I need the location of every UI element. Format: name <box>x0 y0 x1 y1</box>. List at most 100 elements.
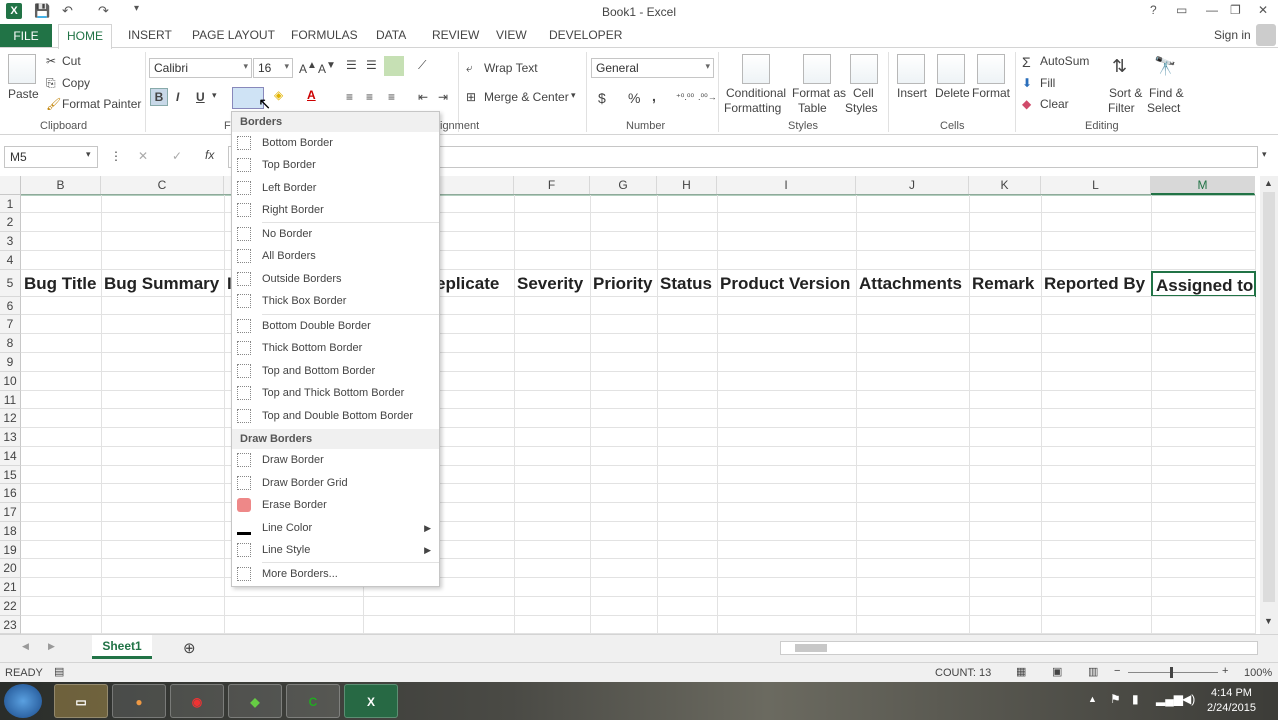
row-header[interactable]: 1 <box>0 195 21 213</box>
row-header[interactable]: 17 <box>0 503 21 522</box>
format-as-table-label-1[interactable]: Format as <box>792 86 846 100</box>
align-right-icon[interactable]: ≡ <box>388 90 395 104</box>
align-center-icon[interactable]: ≡ <box>366 90 373 104</box>
delete-cells-button[interactable]: Delete <box>935 86 970 100</box>
menu-item-border[interactable]: Bottom Double Border <box>232 315 439 337</box>
row-header[interactable]: 3 <box>0 232 21 251</box>
menu-item-border[interactable]: Top Border <box>232 154 439 176</box>
menu-item-draw[interactable]: More Borders... <box>232 563 439 585</box>
macro-record-icon[interactable]: ▤ <box>54 665 64 678</box>
row-header[interactable]: 8 <box>0 334 21 353</box>
underline-dropdown-icon[interactable]: ▾ <box>212 90 217 101</box>
wrap-text-button[interactable]: Wrap Text <box>484 61 538 75</box>
tab-file[interactable]: FILE <box>0 24 52 48</box>
format-cells-icon[interactable] <box>977 54 1005 84</box>
menu-item-border[interactable]: Top and Double Bottom Border <box>232 405 439 427</box>
enter-icon[interactable]: ✓ <box>172 149 182 163</box>
decrease-indent-icon[interactable]: ⇤ <box>418 90 428 104</box>
sort-filter-label-2[interactable]: Filter <box>1108 101 1135 115</box>
menu-item-border[interactable]: Left Border <box>232 177 439 199</box>
increase-decimal-icon[interactable]: ⁺⁰.⁰⁰ <box>676 92 694 103</box>
sheet-tab-sheet1[interactable]: Sheet1 <box>92 635 152 659</box>
column-header[interactable]: I <box>717 176 856 195</box>
autosum-button[interactable]: AutoSum <box>1040 54 1089 68</box>
clear-button[interactable]: Clear <box>1040 97 1069 111</box>
zoom-slider[interactable] <box>1128 672 1218 673</box>
row-header[interactable]: 12 <box>0 409 21 428</box>
vertical-scrollbar[interactable]: ▲ ▼ <box>1260 176 1278 634</box>
paste-icon[interactable] <box>8 54 36 84</box>
start-button[interactable] <box>4 684 42 718</box>
normal-view-icon[interactable]: ▦ <box>1016 665 1026 678</box>
autosum-icon[interactable]: Σ <box>1022 54 1031 70</box>
header-cell-assigned-to[interactable]: Assigned to <box>1151 271 1256 297</box>
row-header[interactable]: 20 <box>0 559 21 578</box>
restore-button[interactable]: ❐ <box>1230 3 1241 17</box>
ribbon-display-icon[interactable]: ▭ <box>1176 3 1187 17</box>
find-select-label-2[interactable]: Select <box>1147 101 1180 115</box>
format-painter-icon[interactable]: 🖌 <box>46 97 61 111</box>
menu-item-border[interactable]: All Borders <box>232 245 439 267</box>
menu-item-border[interactable]: Thick Bottom Border <box>232 337 439 359</box>
format-cells-button[interactable]: Format <box>972 86 1010 100</box>
scroll-down-icon[interactable]: ▼ <box>1264 616 1273 626</box>
column-header[interactable]: F <box>514 176 590 195</box>
menu-item-border[interactable]: No Border <box>232 223 439 245</box>
merge-dropdown-icon[interactable]: ▾ <box>571 90 576 101</box>
header-cell-attachments[interactable]: Attachments <box>856 271 969 297</box>
name-box[interactable]: M5 <box>4 146 98 168</box>
taskbar-date[interactable]: 2/24/2015 <box>1207 702 1256 714</box>
scroll-up-icon[interactable]: ▲ <box>1264 178 1273 188</box>
row-header[interactable]: 10 <box>0 372 21 391</box>
tray-flag-icon[interactable]: ⚑ <box>1110 692 1121 706</box>
tab-formulas[interactable]: FORMULAS <box>291 28 358 42</box>
insert-function-icon[interactable]: fx <box>205 148 214 162</box>
increase-indent-icon[interactable]: ⇥ <box>438 90 448 104</box>
cell-styles-label-2[interactable]: Styles <box>845 101 878 115</box>
cancel-icon[interactable]: ✕ <box>138 149 148 163</box>
fill-icon[interactable]: ⬇ <box>1022 76 1032 90</box>
fill-button[interactable]: Fill <box>1040 76 1055 90</box>
conditional-formatting-label-2[interactable]: Formatting <box>724 101 781 115</box>
minimize-button[interactable]: — <box>1206 3 1218 17</box>
header-cell-bug-summary[interactable]: Bug Summary <box>101 271 224 297</box>
menu-item-draw[interactable]: Line Color ▶ <box>232 517 439 539</box>
decrease-decimal-icon[interactable]: .⁰⁰→ <box>698 92 717 103</box>
orientation-icon[interactable]: ⟋ <box>418 58 426 73</box>
tab-view[interactable]: VIEW <box>496 28 527 42</box>
zoom-level[interactable]: 100% <box>1244 667 1272 679</box>
column-header[interactable]: J <box>856 176 969 195</box>
tab-home[interactable]: HOME <box>58 24 112 49</box>
header-cell-replicate[interactable]: eplicate <box>436 271 514 297</box>
row-header[interactable]: 11 <box>0 391 21 409</box>
header-cell-severity[interactable]: Severity <box>514 271 590 297</box>
page-break-view-icon[interactable]: ▥ <box>1088 665 1098 678</box>
merge-center-button[interactable]: Merge & Center <box>484 90 569 104</box>
row-header[interactable]: 7 <box>0 315 21 334</box>
tray-expand-icon[interactable]: ▲ <box>1088 694 1097 704</box>
tab-developer[interactable]: DEVELOPER <box>549 28 622 42</box>
row-header[interactable]: 6 <box>0 297 21 315</box>
delete-cells-icon[interactable] <box>937 54 965 84</box>
next-sheet-icon[interactable]: ▶ <box>48 641 55 652</box>
menu-item-border[interactable]: Outside Borders <box>232 268 439 290</box>
help-button[interactable]: ? <box>1150 3 1157 17</box>
column-header[interactable]: H <box>657 176 717 195</box>
row-header[interactable]: 21 <box>0 578 21 597</box>
column-header[interactable]: K <box>969 176 1041 195</box>
percent-button[interactable]: % <box>628 90 640 106</box>
menu-item-draw[interactable]: Draw Border Grid <box>232 472 439 494</box>
name-box-dropdown-icon[interactable]: ▾ <box>86 149 91 160</box>
row-header[interactable]: 22 <box>0 597 21 616</box>
row-header[interactable]: 5 <box>0 270 21 297</box>
camtasia-recorder-icon[interactable]: C <box>286 684 340 718</box>
horizontal-scrollbar[interactable] <box>780 641 1258 655</box>
expand-formula-icon[interactable]: ▾ <box>1262 149 1267 160</box>
hscroll-thumb[interactable] <box>795 644 827 652</box>
header-cell-remark[interactable]: Remark <box>969 271 1041 297</box>
wrap-text-icon[interactable]: ⤶ <box>466 61 473 76</box>
italic-button[interactable]: I <box>176 90 179 104</box>
cell-styles-icon[interactable] <box>850 54 878 84</box>
tab-data[interactable]: DATA <box>376 28 406 42</box>
find-select-icon[interactable]: 🔭 <box>1154 56 1176 77</box>
